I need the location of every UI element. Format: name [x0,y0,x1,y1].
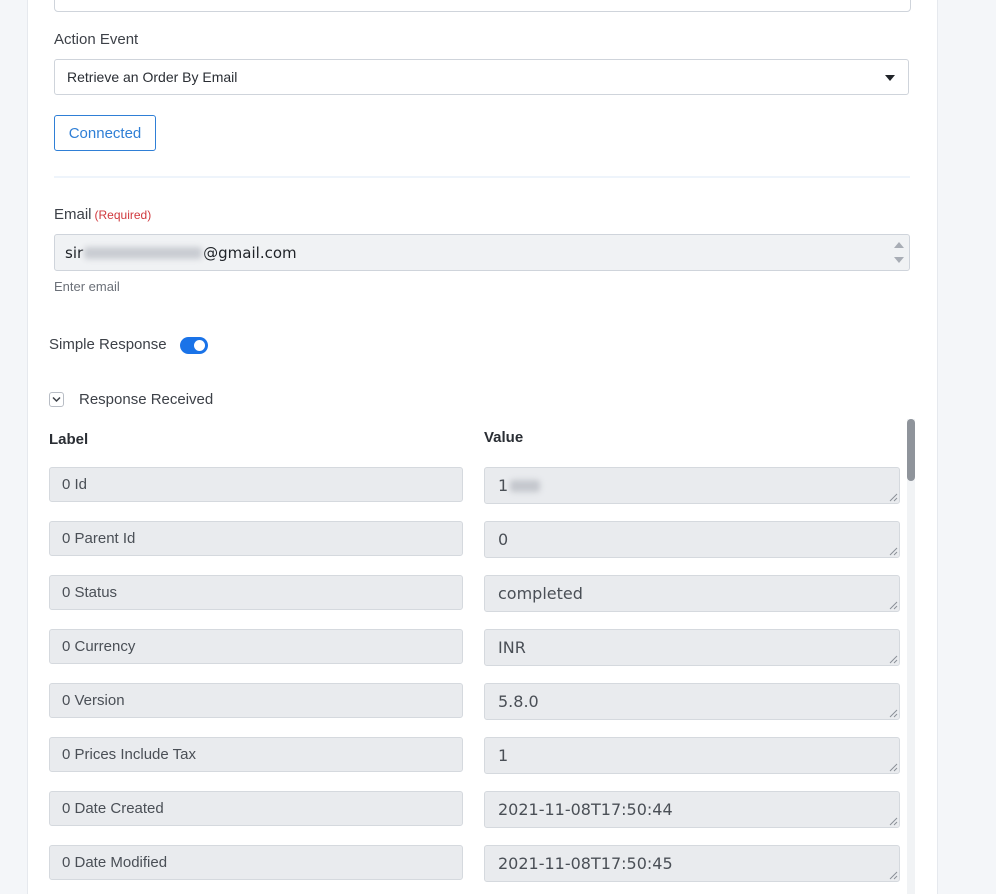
simple-response-label: Simple Response [49,336,167,353]
resize-grip-icon[interactable] [888,870,898,880]
email-label-row: Email (Required) [54,206,151,223]
resize-grip-icon[interactable] [888,600,898,610]
table-row-value[interactable]: INR [484,629,900,666]
table-row-label: 0 Date Created [49,791,463,826]
row-value-text: 2021-11-08T17:50:44 [498,800,673,819]
action-event-selected: Retrieve an Order By Email [67,69,238,85]
email-value-suffix: @gmail.com [203,243,297,262]
resize-grip-icon[interactable] [888,492,898,502]
previous-field-input[interactable] [54,0,911,12]
table-row-value[interactable]: completed [484,575,900,612]
form-card: Action Event Retrieve an Order By Email … [27,0,938,894]
row-value-text: 1 [498,476,509,495]
email-redacted-blur [84,246,203,259]
table-row-value[interactable]: 0 [484,521,900,558]
table-row-label: 0 Version [49,683,463,718]
resize-grip-icon[interactable] [888,546,898,556]
response-received-title: Response Received [79,391,214,408]
resize-grip-icon[interactable] [888,816,898,826]
spin-up-icon[interactable] [894,242,904,248]
value-redacted-blur [510,479,541,492]
action-event-select[interactable]: Retrieve an Order By Email [54,59,909,95]
resize-grip-icon[interactable] [888,708,898,718]
row-value-text: 0 [498,530,509,549]
connected-button[interactable]: Connected [54,115,156,151]
table-row-label: 0 Id [49,467,463,502]
value-column-header: Value [484,429,524,446]
email-field[interactable]: sir @gmail.com [54,234,910,271]
row-value-text: INR [498,638,526,657]
email-label: Email [54,206,92,223]
table-row-value[interactable]: 2021-11-08T17:50:45 [484,845,900,882]
table-row-label: 0 Date Modified [49,845,463,880]
email-value-prefix: sir [65,243,84,262]
caret-down-icon [885,75,895,81]
resize-grip-icon[interactable] [888,654,898,664]
label-column-header: Label [49,431,89,448]
row-value-text: 2021-11-08T17:50:45 [498,854,673,873]
required-marker: (Required) [94,208,152,222]
table-row-label: 0 Parent Id [49,521,463,556]
page: Action Event Retrieve an Order By Email … [0,0,996,894]
table-row-value[interactable]: 1 [484,467,900,504]
resize-grip-icon[interactable] [888,762,898,772]
section-divider [54,176,910,178]
scrollbar-thumb[interactable] [907,419,915,481]
table-row-value[interactable]: 1 [484,737,900,774]
table-row-label: 0 Prices Include Tax [49,737,463,772]
scrollbar-track[interactable] [907,419,915,894]
table-row-value[interactable]: 5.8.0 [484,683,900,720]
row-value-text: 1 [498,746,509,765]
row-value-text: completed [498,584,583,603]
response-collapse-toggle[interactable] [49,392,64,407]
simple-response-toggle[interactable] [180,337,208,354]
row-value-text: 5.8.0 [498,692,539,711]
table-row-value[interactable]: 2021-11-08T17:50:44 [484,791,900,828]
action-event-label: Action Event [54,31,139,48]
spin-down-icon[interactable] [894,257,904,263]
toggle-knob [194,340,205,351]
email-hint: Enter email [54,279,120,294]
table-row-label: 0 Currency [49,629,463,664]
email-spinner[interactable] [893,240,905,266]
chevron-down-icon [52,396,61,403]
table-row-label: 0 Status [49,575,463,610]
